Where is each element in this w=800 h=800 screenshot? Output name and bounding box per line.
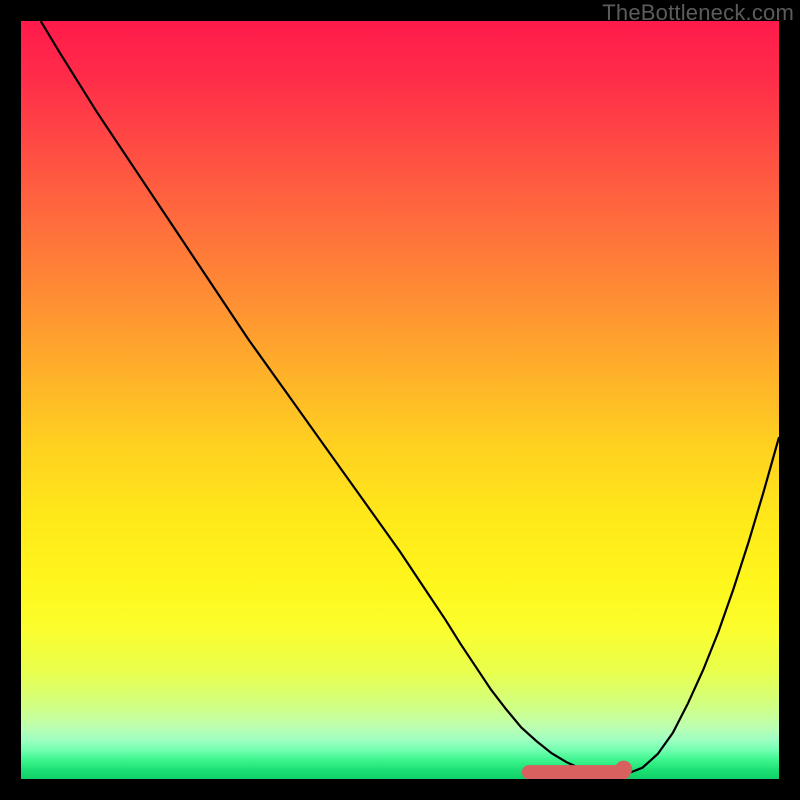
watermark-text: TheBottleneck.com — [602, 0, 794, 26]
optimal-marker-dot — [616, 761, 632, 777]
chart-plot-area — [21, 21, 779, 779]
chart-svg — [21, 21, 779, 779]
gradient-background — [21, 21, 779, 779]
chart-frame: TheBottleneck.com — [0, 0, 800, 800]
